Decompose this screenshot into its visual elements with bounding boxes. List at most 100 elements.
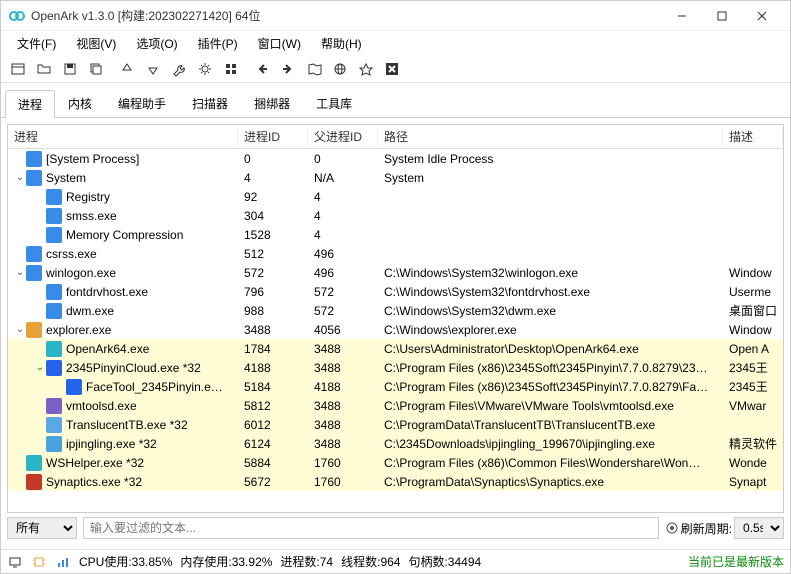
status-handles: 句柄数:34494 xyxy=(408,553,481,570)
cell-pid: 572 xyxy=(238,266,308,280)
status-monitor-icon[interactable] xyxy=(7,554,23,570)
table-row[interactable]: Registry924 xyxy=(8,187,783,206)
target-icon[interactable] xyxy=(665,521,679,535)
tool-gear-icon[interactable] xyxy=(194,58,216,80)
cell-ppid: 0 xyxy=(308,152,378,166)
table-row[interactable]: Memory Compression15284 xyxy=(8,225,783,244)
cell-desc: 2345王 xyxy=(723,359,783,376)
menu-help[interactable]: 帮助(H) xyxy=(311,32,372,55)
tool-target-icon[interactable] xyxy=(355,58,377,80)
cell-ppid: 496 xyxy=(308,247,378,261)
menu-view[interactable]: 视图(V) xyxy=(66,32,126,55)
cell-path: C:\Program Files\VMware\VMware Tools\vmt… xyxy=(378,399,723,413)
tab-bundler[interactable]: 捆绑器 xyxy=(241,89,303,117)
process-icon xyxy=(46,360,62,376)
table-row[interactable]: WSHelper.exe *3258841760C:\Program Files… xyxy=(8,453,783,472)
tool-save-icon[interactable] xyxy=(59,58,81,80)
tool-back-icon[interactable] xyxy=(251,58,273,80)
table-row[interactable]: fontdrvhost.exe796572C:\Windows\System32… xyxy=(8,282,783,301)
minimize-button[interactable] xyxy=(662,1,702,31)
table-row[interactable]: [System Process]00System Idle Process xyxy=(8,149,783,168)
table-row[interactable]: OpenArk64.exe17843488C:\Users\Administra… xyxy=(8,339,783,358)
col-ppid[interactable]: 父进程ID xyxy=(308,128,378,145)
cell-pid: 512 xyxy=(238,247,308,261)
tab-process[interactable]: 进程 xyxy=(5,90,55,118)
tool-exit-icon[interactable] xyxy=(381,58,403,80)
status-chip-icon[interactable] xyxy=(31,554,47,570)
tool-grid-icon[interactable] xyxy=(220,58,242,80)
filter-select[interactable]: 所有 xyxy=(7,517,77,539)
expander-icon[interactable]: ⌄ xyxy=(14,267,26,278)
status-bars-icon[interactable] xyxy=(55,554,71,570)
col-path[interactable]: 路径 xyxy=(378,128,723,145)
cell-desc: Synapt xyxy=(723,475,783,489)
window-title: OpenArk v1.3.0 [构建:202302271420] 64位 xyxy=(31,7,260,24)
process-name: System xyxy=(46,171,86,185)
cell-ppid: 3488 xyxy=(308,399,378,413)
cell-path: C:\Windows\System32\fontdrvhost.exe xyxy=(378,285,723,299)
content-area: 进程 进程ID 父进程ID 路径 描述 [System Process]00Sy… xyxy=(1,118,790,549)
table-row[interactable]: smss.exe3044 xyxy=(8,206,783,225)
process-name: Registry xyxy=(66,190,110,204)
table-row[interactable]: ⌄2345PinyinCloud.exe *3241883488C:\Progr… xyxy=(8,358,783,377)
expander-icon[interactable]: ⌄ xyxy=(14,324,26,335)
table-row[interactable]: csrss.exe512496 xyxy=(8,244,783,263)
close-button[interactable] xyxy=(742,1,782,31)
refresh-label: 刷新周期: xyxy=(681,520,732,537)
cell-path: C:\Windows\System32\winlogon.exe xyxy=(378,266,723,280)
tab-kernel[interactable]: 内核 xyxy=(55,89,105,117)
cell-desc: Window xyxy=(723,266,783,280)
process-icon xyxy=(46,227,62,243)
col-pid[interactable]: 进程ID xyxy=(238,128,308,145)
status-cpu: CPU使用:33.85% xyxy=(79,553,172,570)
table-row[interactable]: dwm.exe988572C:\Windows\System32\dwm.exe… xyxy=(8,301,783,320)
table-row[interactable]: ⌄System4N/ASystem xyxy=(8,168,783,187)
table-row[interactable]: FaceTool_2345Pinyin.e…51844188C:\Program… xyxy=(8,377,783,396)
maximize-button[interactable] xyxy=(702,1,742,31)
tool-forward-icon[interactable] xyxy=(277,58,299,80)
cell-pid: 4 xyxy=(238,171,308,185)
table-row[interactable]: vmtoolsd.exe58123488C:\Program Files\VMw… xyxy=(8,396,783,415)
tool-map-icon[interactable] xyxy=(303,58,325,80)
tool-down-icon[interactable] xyxy=(142,58,164,80)
tool-wrench-icon[interactable] xyxy=(168,58,190,80)
cell-desc: Wonde xyxy=(723,456,783,470)
table-row[interactable]: ⌄winlogon.exe572496C:\Windows\System32\w… xyxy=(8,263,783,282)
cell-ppid: 3488 xyxy=(308,361,378,375)
process-name: ipjingling.exe *32 xyxy=(66,437,157,451)
toolbar-separator xyxy=(111,60,112,78)
tab-codehelper[interactable]: 编程助手 xyxy=(105,89,179,117)
menu-file[interactable]: 文件(F) xyxy=(7,32,66,55)
table-row[interactable]: ipjingling.exe *3261243488C:\2345Downloa… xyxy=(8,434,783,453)
col-process[interactable]: 进程 xyxy=(8,128,238,145)
col-desc[interactable]: 描述 xyxy=(723,128,783,145)
tool-globe-icon[interactable] xyxy=(329,58,351,80)
status-threads: 线程数:964 xyxy=(341,553,400,570)
filter-input[interactable] xyxy=(83,517,659,539)
menu-plugins[interactable]: 插件(P) xyxy=(188,32,248,55)
tool-up-icon[interactable] xyxy=(116,58,138,80)
process-name: 2345PinyinCloud.exe *32 xyxy=(66,361,201,375)
tool-open-window-icon[interactable] xyxy=(7,58,29,80)
table-body[interactable]: [System Process]00System Idle Process ⌄ Sy… xyxy=(8,149,783,512)
menu-window[interactable]: 窗口(W) xyxy=(248,32,311,55)
process-name: smss.exe xyxy=(66,209,117,223)
cell-desc: 桌面窗口 xyxy=(723,302,783,319)
process-icon xyxy=(26,170,42,186)
menu-options[interactable]: 选项(O) xyxy=(126,32,187,55)
table-row[interactable]: ⌄explorer.exe34884056C:\Windows\explorer… xyxy=(8,320,783,339)
tab-scanner[interactable]: 扫描器 xyxy=(179,89,241,117)
tool-copy-icon[interactable] xyxy=(85,58,107,80)
cell-pid: 0 xyxy=(238,152,308,166)
refresh-select[interactable]: 0.5s xyxy=(734,517,784,539)
process-name: vmtoolsd.exe xyxy=(66,399,137,413)
tab-toolkit[interactable]: 工具库 xyxy=(303,89,365,117)
process-icon xyxy=(46,398,62,414)
table-row[interactable]: TranslucentTB.exe *3260123488C:\ProgramD… xyxy=(8,415,783,434)
expander-icon[interactable]: ⌄ xyxy=(34,362,46,373)
toolbar xyxy=(1,55,790,83)
expander-icon[interactable]: ⌄ xyxy=(14,172,26,183)
table-row[interactable]: Synaptics.exe *3256721760C:\ProgramData\… xyxy=(8,472,783,491)
process-icon xyxy=(46,189,62,205)
tool-open-folder-icon[interactable] xyxy=(33,58,55,80)
